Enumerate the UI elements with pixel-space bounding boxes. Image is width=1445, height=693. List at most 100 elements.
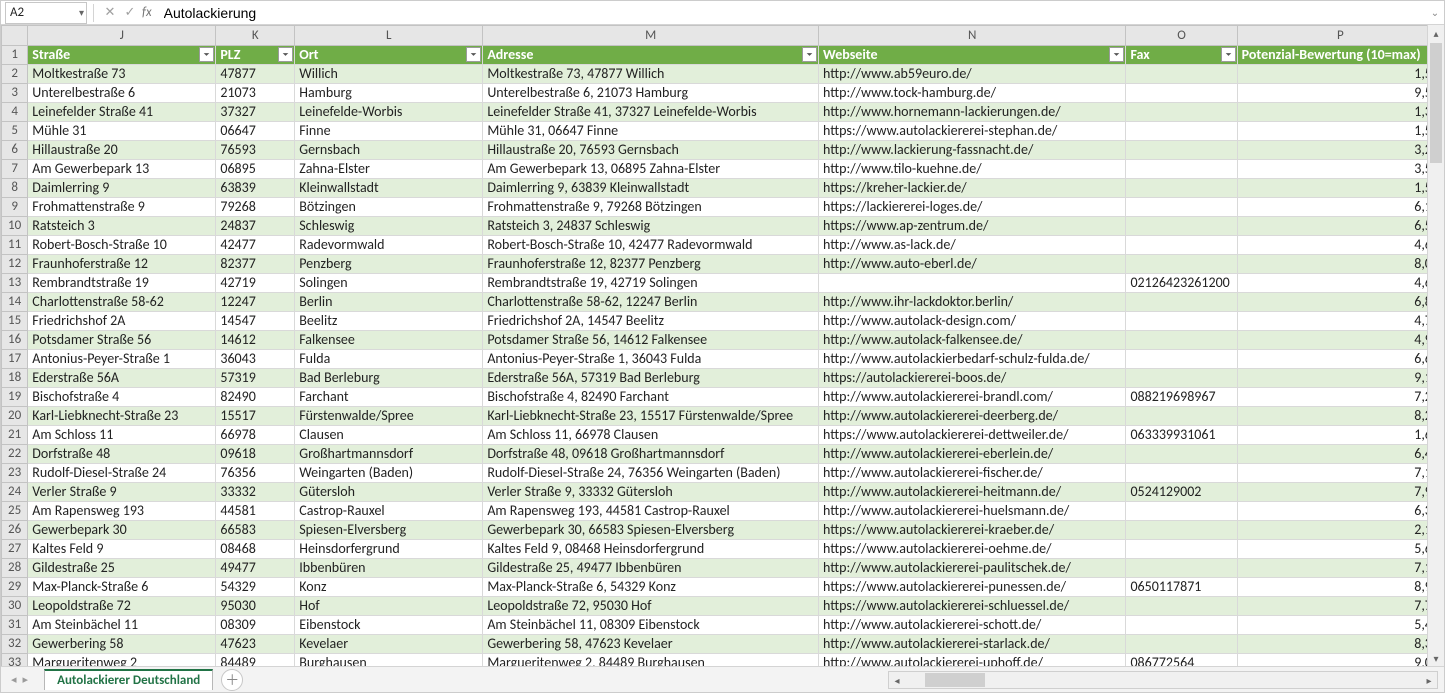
cell-fax[interactable] bbox=[1126, 540, 1237, 559]
cell-webseite[interactable]: https://www.autolackiererei-stephan.de/ bbox=[819, 122, 1126, 141]
cell-fax[interactable] bbox=[1126, 616, 1237, 635]
cell-plz[interactable]: 33332 bbox=[216, 483, 295, 502]
table-row[interactable]: 23Rudolf-Diesel-Straße 2476356Weingarten… bbox=[2, 464, 1444, 483]
cell-fax[interactable]: 088219698967 bbox=[1126, 388, 1237, 407]
cell-fax[interactable] bbox=[1126, 521, 1237, 540]
col-header-O[interactable]: O bbox=[1126, 26, 1237, 46]
table-row[interactable]: 6Hillaustraße 2076593GernsbachHillaustra… bbox=[2, 141, 1444, 160]
row-header[interactable]: 8 bbox=[2, 179, 28, 198]
cell-ort[interactable]: Castrop-Rauxel bbox=[295, 502, 483, 521]
row-header[interactable]: 25 bbox=[2, 502, 28, 521]
cell-adresse[interactable]: Leopoldstraße 72, 95030 Hof bbox=[483, 597, 819, 616]
cell-plz[interactable]: 42477 bbox=[216, 236, 295, 255]
table-row[interactable]: 29Max-Planck-Straße 654329KonzMax-Planck… bbox=[2, 578, 1444, 597]
table-row[interactable]: 32Gewerbering 5847623KevelaerGewerbering… bbox=[2, 635, 1444, 654]
cell-adresse[interactable]: Hillaustraße 20, 76593 Gernsbach bbox=[483, 141, 819, 160]
filter-dropdown-icon[interactable] bbox=[1221, 47, 1236, 62]
cell-ort[interactable]: Zahna-Elster bbox=[295, 160, 483, 179]
row-header[interactable]: 31 bbox=[2, 616, 28, 635]
table-row[interactable]: 8Daimlerring 963839KleinwallstadtDaimler… bbox=[2, 179, 1444, 198]
table-row[interactable]: 16Potsdamer Straße 5614612FalkenseePotsd… bbox=[2, 331, 1444, 350]
cell-webseite[interactable]: http://www.autolack-falkensee.de/ bbox=[819, 331, 1126, 350]
cell-webseite[interactable]: https://www.autolackiererei-dettweiler.d… bbox=[819, 426, 1126, 445]
row-header[interactable]: 27 bbox=[2, 540, 28, 559]
filter-dropdown-icon[interactable] bbox=[278, 47, 293, 62]
cell-plz[interactable]: 84489 bbox=[216, 654, 295, 667]
cell-adresse[interactable]: Mühle 31, 06647 Finne bbox=[483, 122, 819, 141]
cell-plz[interactable]: 54329 bbox=[216, 578, 295, 597]
cell-strasse[interactable]: Hillaustraße 20 bbox=[28, 141, 216, 160]
cell-bewertung[interactable]: 9,03 bbox=[1237, 654, 1443, 667]
cell-adresse[interactable]: Max-Planck-Straße 6, 54329 Konz bbox=[483, 578, 819, 597]
cell-strasse[interactable]: Frohmattenstraße 9 bbox=[28, 198, 216, 217]
table-header[interactable]: Webseite bbox=[819, 46, 1126, 65]
cell-adresse[interactable]: Kaltes Feld 9, 08468 Heinsdorfergrund bbox=[483, 540, 819, 559]
cell-fax[interactable] bbox=[1126, 179, 1237, 198]
cell-plz[interactable]: 44581 bbox=[216, 502, 295, 521]
cell-fax[interactable] bbox=[1126, 84, 1237, 103]
row-header[interactable]: 2 bbox=[2, 65, 28, 84]
cell-bewertung[interactable]: 4,98 bbox=[1237, 331, 1443, 350]
filter-dropdown-icon[interactable] bbox=[199, 47, 214, 62]
table-row[interactable]: 27Kaltes Feld 908468HeinsdorfergrundKalt… bbox=[2, 540, 1444, 559]
cell-bewertung[interactable]: 1,53 bbox=[1237, 179, 1443, 198]
cell-webseite[interactable]: http://www.tock-hamburg.de/ bbox=[819, 84, 1126, 103]
chevron-down-icon[interactable]: ▾ bbox=[79, 6, 84, 19]
cell-plz[interactable]: 14612 bbox=[216, 331, 295, 350]
row-header[interactable]: 18 bbox=[2, 369, 28, 388]
cell-plz[interactable]: 47623 bbox=[216, 635, 295, 654]
cell-adresse[interactable]: Am Gewerbepark 13, 06895 Zahna-Elster bbox=[483, 160, 819, 179]
cell-fax[interactable]: 0650117871 bbox=[1126, 578, 1237, 597]
row-header[interactable]: 30 bbox=[2, 597, 28, 616]
cell-webseite[interactable]: http://www.autolackiererei-fischer.de/ bbox=[819, 464, 1126, 483]
cell-bewertung[interactable]: 7,70 bbox=[1237, 597, 1443, 616]
cell-ort[interactable]: Ibbenbüren bbox=[295, 559, 483, 578]
row-header[interactable]: 24 bbox=[2, 483, 28, 502]
table-row[interactable]: 31Am Steinbächel 1108309EibenstockAm Ste… bbox=[2, 616, 1444, 635]
cell-strasse[interactable]: Unterelbestraße 6 bbox=[28, 84, 216, 103]
table-row[interactable]: 21Am Schloss 1166978ClausenAm Schloss 11… bbox=[2, 426, 1444, 445]
table-row[interactable]: 12Fraunhoferstraße 1282377PenzbergFraunh… bbox=[2, 255, 1444, 274]
cell-fax[interactable] bbox=[1126, 141, 1237, 160]
cell-webseite[interactable]: http://www.autolack-design.com/ bbox=[819, 312, 1126, 331]
sheet-tab-active[interactable]: Autolackierer Deutschland bbox=[44, 669, 213, 690]
cell-plz[interactable]: 76356 bbox=[216, 464, 295, 483]
cell-ort[interactable]: Clausen bbox=[295, 426, 483, 445]
cell-webseite[interactable]: https://www.ap-zentrum.de/ bbox=[819, 217, 1126, 236]
cell-strasse[interactable]: Am Steinbächel 11 bbox=[28, 616, 216, 635]
cell-fax[interactable] bbox=[1126, 407, 1237, 426]
cell-bewertung[interactable]: 7,19 bbox=[1237, 464, 1443, 483]
cell-plz[interactable]: 09618 bbox=[216, 445, 295, 464]
cell-ort[interactable]: Fürstenwalde/Spree bbox=[295, 407, 483, 426]
filter-dropdown-icon[interactable] bbox=[466, 47, 481, 62]
cell-fax[interactable] bbox=[1126, 350, 1237, 369]
add-sheet-button[interactable]: ＋ bbox=[221, 669, 243, 691]
cell-webseite[interactable]: http://www.as-lack.de/ bbox=[819, 236, 1126, 255]
cell-fax[interactable]: 0524129002 bbox=[1126, 483, 1237, 502]
cell-ort[interactable]: Beelitz bbox=[295, 312, 483, 331]
cell-strasse[interactable]: Potsdamer Straße 56 bbox=[28, 331, 216, 350]
col-header-M[interactable]: M bbox=[483, 26, 819, 46]
cell-bewertung[interactable]: 5,46 bbox=[1237, 616, 1443, 635]
table-header[interactable]: PLZ bbox=[216, 46, 295, 65]
table-row[interactable]: 10Ratsteich 324837SchleswigRatsteich 3, … bbox=[2, 217, 1444, 236]
row-header[interactable]: 10 bbox=[2, 217, 28, 236]
cell-webseite[interactable]: http://www.autolackiererei-uphoff.de/ bbox=[819, 654, 1126, 667]
cell-adresse[interactable]: Unterelbestraße 6, 21073 Hamburg bbox=[483, 84, 819, 103]
cell-adresse[interactable]: Am Rapensweg 193, 44581 Castrop-Rauxel bbox=[483, 502, 819, 521]
cell-webseite[interactable]: http://www.autolackiererei-eberlein.de/ bbox=[819, 445, 1126, 464]
cell-ort[interactable]: Leinefelde-Worbis bbox=[295, 103, 483, 122]
cancel-icon[interactable]: ✕ bbox=[100, 5, 120, 20]
cell-plz[interactable]: 49477 bbox=[216, 559, 295, 578]
cell-webseite[interactable]: https://www.autolackiererei-punessen.de/ bbox=[819, 578, 1126, 597]
cell-plz[interactable]: 47877 bbox=[216, 65, 295, 84]
cell-fax[interactable] bbox=[1126, 293, 1237, 312]
cell-strasse[interactable]: Robert-Bosch-Straße 10 bbox=[28, 236, 216, 255]
fx-icon[interactable]: fx bbox=[142, 5, 152, 20]
cell-ort[interactable]: Eibenstock bbox=[295, 616, 483, 635]
cell-webseite[interactable]: http://www.hornemann-lackierungen.de/ bbox=[819, 103, 1126, 122]
cell-ort[interactable]: Penzberg bbox=[295, 255, 483, 274]
cell-webseite[interactable]: http://www.autolackiererei-schott.de/ bbox=[819, 616, 1126, 635]
cell-plz[interactable]: 79268 bbox=[216, 198, 295, 217]
cell-webseite[interactable]: http://www.autolackiererei-huelsmann.de/ bbox=[819, 502, 1126, 521]
